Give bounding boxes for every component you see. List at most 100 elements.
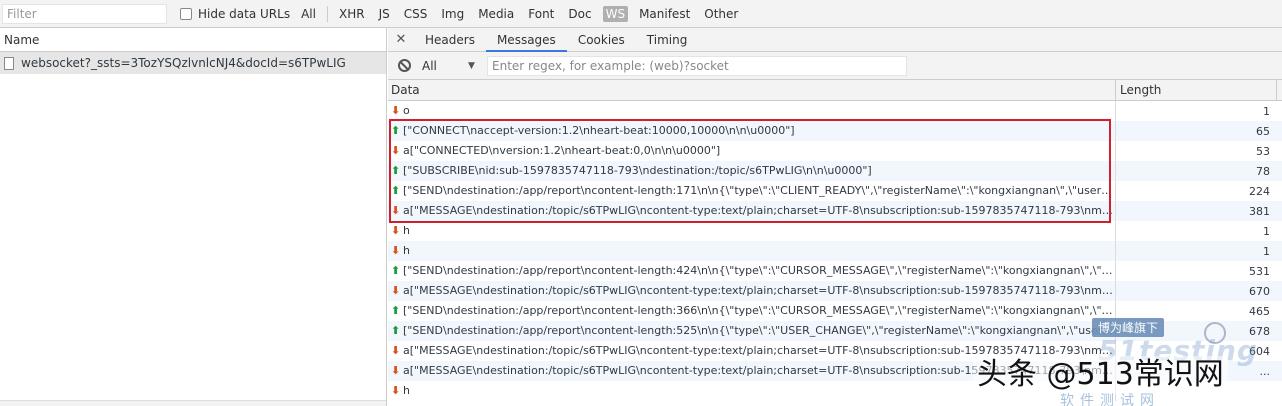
message-data-text: ["CONNECT\naccept-version:1.2\nheart-bea…	[403, 124, 795, 137]
length-column-header[interactable]: Length	[1116, 80, 1276, 101]
sent-arrow-icon: ⬆	[391, 124, 401, 137]
request-list-pane: Name websocket?_ssts=3TozYSQzlvnlcNJ4&do…	[0, 28, 387, 406]
message-data-text: ["SEND\ndestination:/app/report\ncontent…	[403, 264, 1115, 277]
message-length-cell: 1	[1263, 244, 1270, 258]
message-length-cell: 1	[1263, 104, 1270, 118]
message-data-cell: ⬇ a["MESSAGE\ndestination:/topic/s6TPwLIG…	[388, 201, 1116, 221]
type-filter-all[interactable]: All	[298, 6, 319, 22]
name-column-header[interactable]: Name	[0, 28, 386, 52]
message-length-cell: 78	[1256, 164, 1270, 178]
tab-messages[interactable]: Messages	[485, 28, 567, 52]
hide-data-urls-label: Hide data URLs	[198, 6, 291, 21]
sent-arrow-icon: ⬆	[391, 164, 401, 177]
message-length-cell: 65	[1256, 124, 1270, 138]
message-data-text: ["SEND\ndestination:/app/report\ncontent…	[403, 304, 1115, 317]
column-divider	[1276, 79, 1282, 101]
watermark-sub: 软件测试网	[1060, 393, 1160, 406]
tab-headers[interactable]: Headers	[414, 28, 486, 52]
message-data-cell: ⬆ ["CONNECT\naccept-version:1.2\nheart-be…	[388, 121, 1116, 141]
type-filter-xhr[interactable]: XHR	[336, 6, 368, 22]
message-length-cell: 531	[1249, 264, 1270, 278]
type-filter-img[interactable]: Img	[438, 6, 467, 22]
status-bar	[0, 400, 386, 406]
message-length-cell: 381	[1249, 204, 1270, 218]
close-icon[interactable]: ✕	[388, 32, 414, 47]
message-data-text: h	[403, 384, 410, 397]
network-filter-bar: Filter Hide data URLs All XHR JS CSS Img…	[0, 0, 1282, 28]
received-arrow-icon: ⬇	[391, 104, 401, 117]
tab-cookies[interactable]: Cookies	[567, 28, 636, 52]
received-arrow-icon: ⬇	[391, 204, 401, 217]
message-row[interactable]: ⬇ h 1	[388, 241, 1282, 261]
type-filter-manifest[interactable]: Manifest	[636, 6, 693, 22]
message-data-text: a["CONNECTED\nversion:1.2\nheart-beat:0,…	[403, 144, 721, 157]
received-arrow-icon: ⬇	[391, 224, 401, 237]
message-length-cell: 465	[1249, 304, 1270, 318]
message-row[interactable]: ⬇ h 1	[388, 221, 1282, 241]
divider	[326, 5, 328, 22]
message-data-text: h	[403, 244, 410, 257]
message-row[interactable]: ⬆ ["CONNECT\naccept-version:1.2\nheart-be…	[388, 121, 1282, 141]
type-filter-css[interactable]: CSS	[401, 6, 431, 22]
sent-arrow-icon: ⬆	[391, 184, 401, 197]
tab-timing[interactable]: Timing	[636, 28, 699, 52]
message-data-cell: ⬇ a["MESSAGE\ndestination:/topic/s6TPwLIG…	[388, 281, 1116, 301]
message-row[interactable]: ⬇ a["MESSAGE\ndestination:/topic/s6TPwLIG…	[388, 281, 1282, 301]
messages-filter-bar: All ▼ Enter regex, for example: (web)?so…	[388, 52, 1282, 80]
message-data-cell: ⬆ ["SUBSCRIBE\nid:sub-1597835747118-793\n…	[388, 161, 1116, 181]
received-arrow-icon: ⬇	[391, 284, 401, 297]
message-length-cell: 670	[1249, 284, 1270, 298]
received-arrow-icon: ⬇	[391, 344, 401, 357]
type-filter-js[interactable]: JS	[376, 6, 393, 22]
dropdown-arrow-icon[interactable]: ▼	[468, 61, 484, 71]
message-data-cell: ⬇ a["CONNECTED\nversion:1.2\nheart-beat:0…	[388, 141, 1116, 161]
message-data-cell: ⬆ ["SEND\ndestination:/app/report\nconten…	[388, 321, 1116, 341]
sent-arrow-icon: ⬆	[391, 264, 401, 277]
message-length-cell: 1	[1263, 224, 1270, 238]
regex-filter-input[interactable]: Enter regex, for example: (web)?socket	[487, 55, 907, 76]
message-row[interactable]: ⬆ ["SUBSCRIBE\nid:sub-1597835747118-793\n…	[388, 161, 1282, 181]
type-filter-media[interactable]: Media	[475, 6, 517, 22]
sent-arrow-icon: ⬆	[391, 304, 401, 317]
type-filter-font[interactable]: Font	[525, 6, 557, 22]
message-data-text: h	[403, 224, 410, 237]
message-data-cell: ⬇ h	[388, 241, 1116, 261]
message-row[interactable]: ⬇ a["MESSAGE\ndestination:/topic/s6TPwLIG…	[388, 201, 1282, 221]
received-arrow-icon: ⬇	[391, 364, 401, 377]
message-row[interactable]: ⬇ a["CONNECTED\nversion:1.2\nheart-beat:0…	[388, 141, 1282, 161]
type-filter-ws[interactable]: WS	[602, 5, 629, 22]
message-data-cell: ⬆ ["SEND\ndestination:/app/report\nconten…	[388, 261, 1116, 281]
message-length-cell: 53	[1256, 144, 1270, 158]
message-row[interactable]: ⬆ ["SEND\ndestination:/app/report\nconten…	[388, 181, 1282, 201]
request-row[interactable]: websocket?_ssts=3TozYSQzlvnlcNJ4&docId=s…	[0, 52, 386, 74]
message-row[interactable]: ⬆ ["SEND\ndestination:/app/report\nconten…	[388, 261, 1282, 281]
sent-arrow-icon: ⬆	[391, 324, 401, 337]
message-data-cell: ⬆ ["SEND\ndestination:/app/report\nconten…	[388, 181, 1116, 201]
received-arrow-icon: ⬇	[391, 384, 401, 397]
watermark-toutiao: 头条 @513常识网	[973, 356, 1228, 394]
message-data-text: a["MESSAGE\ndestination:/topic/s6TPwLIG\…	[403, 204, 1115, 217]
data-column-header[interactable]: Data	[388, 79, 1116, 101]
message-data-cell: ⬆ ["SEND\ndestination:/app/report\nconten…	[388, 301, 1116, 321]
request-name: websocket?_ssts=3TozYSQzlvnlcNJ4&docId=s…	[21, 56, 346, 70]
document-icon	[4, 56, 14, 70]
filter-input[interactable]: Filter	[2, 3, 167, 24]
message-row[interactable]: ⬇ o 1	[388, 101, 1282, 121]
messages-grid-header: Data Length	[388, 79, 1282, 101]
message-type-select[interactable]: All	[422, 59, 466, 73]
received-arrow-icon: ⬇	[391, 244, 401, 257]
message-data-text: ["SEND\ndestination:/app/report\ncontent…	[403, 184, 1115, 197]
message-data-text: o	[403, 104, 410, 117]
message-data-cell: ⬇ o	[388, 101, 1116, 121]
hide-data-urls-checkbox[interactable]	[180, 7, 192, 20]
type-filter-other[interactable]: Other	[701, 6, 741, 22]
message-data-text: ["SUBSCRIBE\nid:sub-1597835747118-793\nd…	[403, 164, 872, 177]
clear-messages-icon[interactable]	[398, 59, 411, 72]
message-data-text: ["SEND\ndestination:/app/report\ncontent…	[403, 324, 1115, 337]
message-length-cell: 224	[1249, 184, 1270, 198]
details-tabbar: ✕ Headers Messages Cookies Timing	[388, 28, 1282, 52]
message-data-text: a["MESSAGE\ndestination:/topic/s6TPwLIG\…	[403, 284, 1115, 297]
received-arrow-icon: ⬇	[391, 144, 401, 157]
type-filter-doc[interactable]: Doc	[565, 6, 594, 22]
watermark-circle-icon	[1204, 322, 1226, 344]
